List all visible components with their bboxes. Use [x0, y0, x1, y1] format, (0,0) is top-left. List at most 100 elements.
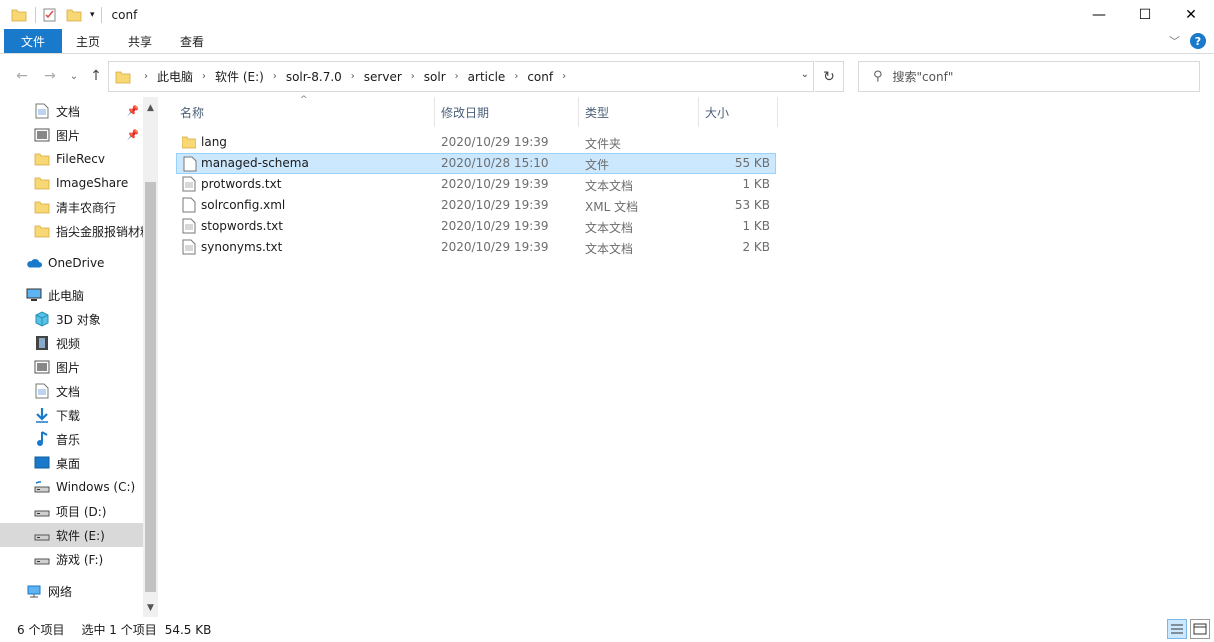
tab-home[interactable]: 主页	[62, 29, 114, 53]
file-type: 文本文档	[585, 179, 634, 193]
breadcrumb-item[interactable]: server	[364, 70, 402, 84]
music-icon	[34, 431, 50, 447]
document-icon	[34, 103, 50, 119]
details-view-icon[interactable]	[1167, 619, 1187, 639]
sidebar-item-drive-e[interactable]: 软件 (E:)	[0, 523, 143, 547]
sidebar-item-qingfeng[interactable]: 清丰农商行	[34, 195, 143, 219]
file-row[interactable]: solrconfig.xml 2020/10/29 19:39 XML 文档 5…	[176, 195, 776, 216]
search-input[interactable]: ⚲ 搜索"conf"	[858, 61, 1200, 92]
sidebar-item-label: FileRecv	[56, 152, 105, 166]
large-icons-view-icon[interactable]	[1190, 619, 1210, 639]
drive-icon	[34, 479, 50, 495]
tab-view[interactable]: 查看	[166, 29, 218, 53]
file-size: 2 KB	[742, 240, 770, 254]
sidebar-item-videos[interactable]: 视频	[34, 331, 143, 355]
file-modified: 2020/10/29 19:39	[441, 198, 549, 212]
breadcrumb-item[interactable]: conf	[527, 70, 553, 84]
recent-locations-button[interactable]: ⌄	[64, 66, 84, 86]
file-list: ^ 名称 修改日期 类型 大小 lang 2020/10/29 19:39 文件…	[158, 95, 1214, 617]
tab-share[interactable]: 共享	[114, 29, 166, 53]
sidebar-item-downloads[interactable]: 下载	[34, 403, 143, 427]
scrollbar-thumb[interactable]	[145, 182, 156, 592]
breadcrumb-item[interactable]: article	[468, 70, 506, 84]
column-divider[interactable]	[434, 97, 435, 127]
forward-button[interactable]: →	[40, 66, 60, 86]
column-header-name[interactable]: 名称	[180, 97, 204, 127]
chevron-right-icon[interactable]: ›	[411, 71, 415, 82]
file-modified: 2020/10/28 15:10	[441, 156, 549, 170]
text-file-icon	[182, 239, 196, 255]
sidebar-item-reimbursement[interactable]: 指尖金服报销材料	[34, 219, 143, 243]
properties-icon[interactable]	[42, 7, 58, 23]
breadcrumb-item[interactable]: 软件 (E:)	[215, 68, 264, 85]
customize-toolbar-icon[interactable]: ▾	[90, 10, 95, 20]
refresh-button[interactable]: ↻	[815, 61, 844, 92]
computer-icon	[26, 287, 42, 303]
tab-file[interactable]: 文件	[4, 29, 63, 53]
window-title: conf	[111, 7, 138, 22]
file-row-selected[interactable]: managed-schema 2020/10/28 15:10 文件 55 KB	[176, 153, 776, 174]
pin-icon[interactable]: 📌	[127, 106, 139, 117]
sidebar-item-pictures-pc[interactable]: 图片	[34, 355, 143, 379]
sidebar-item-filerecv[interactable]: FileRecv	[34, 147, 143, 171]
expand-ribbon-icon[interactable]: ﹀	[1169, 33, 1180, 49]
close-button[interactable]: ✕	[1168, 0, 1214, 29]
sidebar-item-documents[interactable]: 文档 📌	[34, 99, 143, 123]
picture-icon	[34, 359, 50, 375]
sidebar-item-3d-objects[interactable]: 3D 对象	[34, 307, 143, 331]
address-bar[interactable]: › 此电脑 › 软件 (E:) › solr-8.7.0 › server › …	[108, 61, 814, 92]
file-row[interactable]: lang 2020/10/29 19:39 文件夹	[176, 132, 776, 153]
breadcrumb-item[interactable]: solr	[424, 70, 446, 84]
chevron-right-icon[interactable]: ›	[144, 71, 148, 82]
sidebar-scrollbar[interactable]: ▲ ▼	[143, 97, 158, 617]
column-divider[interactable]	[698, 97, 699, 127]
breadcrumb-item[interactable]: solr-8.7.0	[286, 70, 342, 84]
chevron-right-icon[interactable]: ›	[202, 71, 206, 82]
column-header-modified[interactable]: 修改日期	[441, 97, 489, 127]
new-folder-icon[interactable]	[66, 7, 82, 23]
chevron-right-icon[interactable]: ›	[273, 71, 277, 82]
column-header-type[interactable]: 类型	[585, 97, 609, 127]
breadcrumb-item[interactable]: 此电脑	[157, 68, 193, 85]
chevron-right-icon[interactable]: ›	[562, 71, 566, 82]
minimize-button[interactable]: —	[1076, 0, 1122, 29]
file-modified: 2020/10/29 19:39	[441, 177, 549, 191]
sidebar-item-label: 音乐	[56, 432, 81, 447]
selection-size: 54.5 KB	[164, 622, 212, 637]
chevron-right-icon[interactable]: ›	[455, 71, 459, 82]
file-row[interactable]: protwords.txt 2020/10/29 19:39 文本文档 1 KB	[176, 174, 776, 195]
column-divider[interactable]	[777, 97, 778, 127]
folder-icon	[34, 223, 50, 239]
help-icon[interactable]: ?	[1190, 33, 1206, 49]
file-size: 1 KB	[742, 177, 770, 191]
sidebar-item-network[interactable]: 网络	[26, 579, 143, 603]
chevron-down-icon[interactable]: ⌄	[801, 69, 809, 80]
chevron-right-icon[interactable]: ›	[351, 71, 355, 82]
column-header-size[interactable]: 大小	[705, 97, 729, 127]
maximize-button[interactable]: ☐	[1122, 0, 1168, 29]
scroll-up-icon[interactable]: ▲	[143, 100, 158, 115]
file-type: XML 文档	[585, 200, 639, 214]
pin-icon[interactable]: 📌	[127, 130, 139, 141]
chevron-right-icon[interactable]: ›	[514, 71, 518, 82]
file-row[interactable]: synonyms.txt 2020/10/29 19:39 文本文档 2 KB	[176, 237, 776, 258]
sidebar-item-documents-pc[interactable]: 文档	[34, 379, 143, 403]
sidebar-item-imageshare[interactable]: ImageShare	[34, 171, 143, 195]
file-name: stopwords.txt	[201, 219, 283, 233]
sidebar-item-music[interactable]: 音乐	[34, 427, 143, 451]
back-button[interactable]: ←	[12, 66, 32, 86]
sidebar-item-thispc[interactable]: 此电脑	[26, 283, 143, 307]
file-type: 文本文档	[585, 221, 634, 235]
sidebar-item-drive-c[interactable]: Windows (C:)	[34, 475, 143, 499]
column-divider[interactable]	[578, 97, 579, 127]
sidebar-item-drive-d[interactable]: 项目 (D:)	[34, 499, 143, 523]
sidebar-item-desktop[interactable]: 桌面	[34, 451, 143, 475]
scroll-down-icon[interactable]: ▼	[143, 600, 158, 615]
sidebar-item-onedrive[interactable]: OneDrive	[26, 251, 143, 275]
drive-icon	[34, 551, 50, 567]
up-button[interactable]: ↑	[86, 66, 106, 86]
file-row[interactable]: stopwords.txt 2020/10/29 19:39 文本文档 1 KB	[176, 216, 776, 237]
file-size: 55 KB	[734, 156, 770, 170]
sidebar-item-pictures[interactable]: 图片 📌	[34, 123, 143, 147]
sidebar-item-drive-f[interactable]: 游戏 (F:)	[34, 547, 143, 571]
